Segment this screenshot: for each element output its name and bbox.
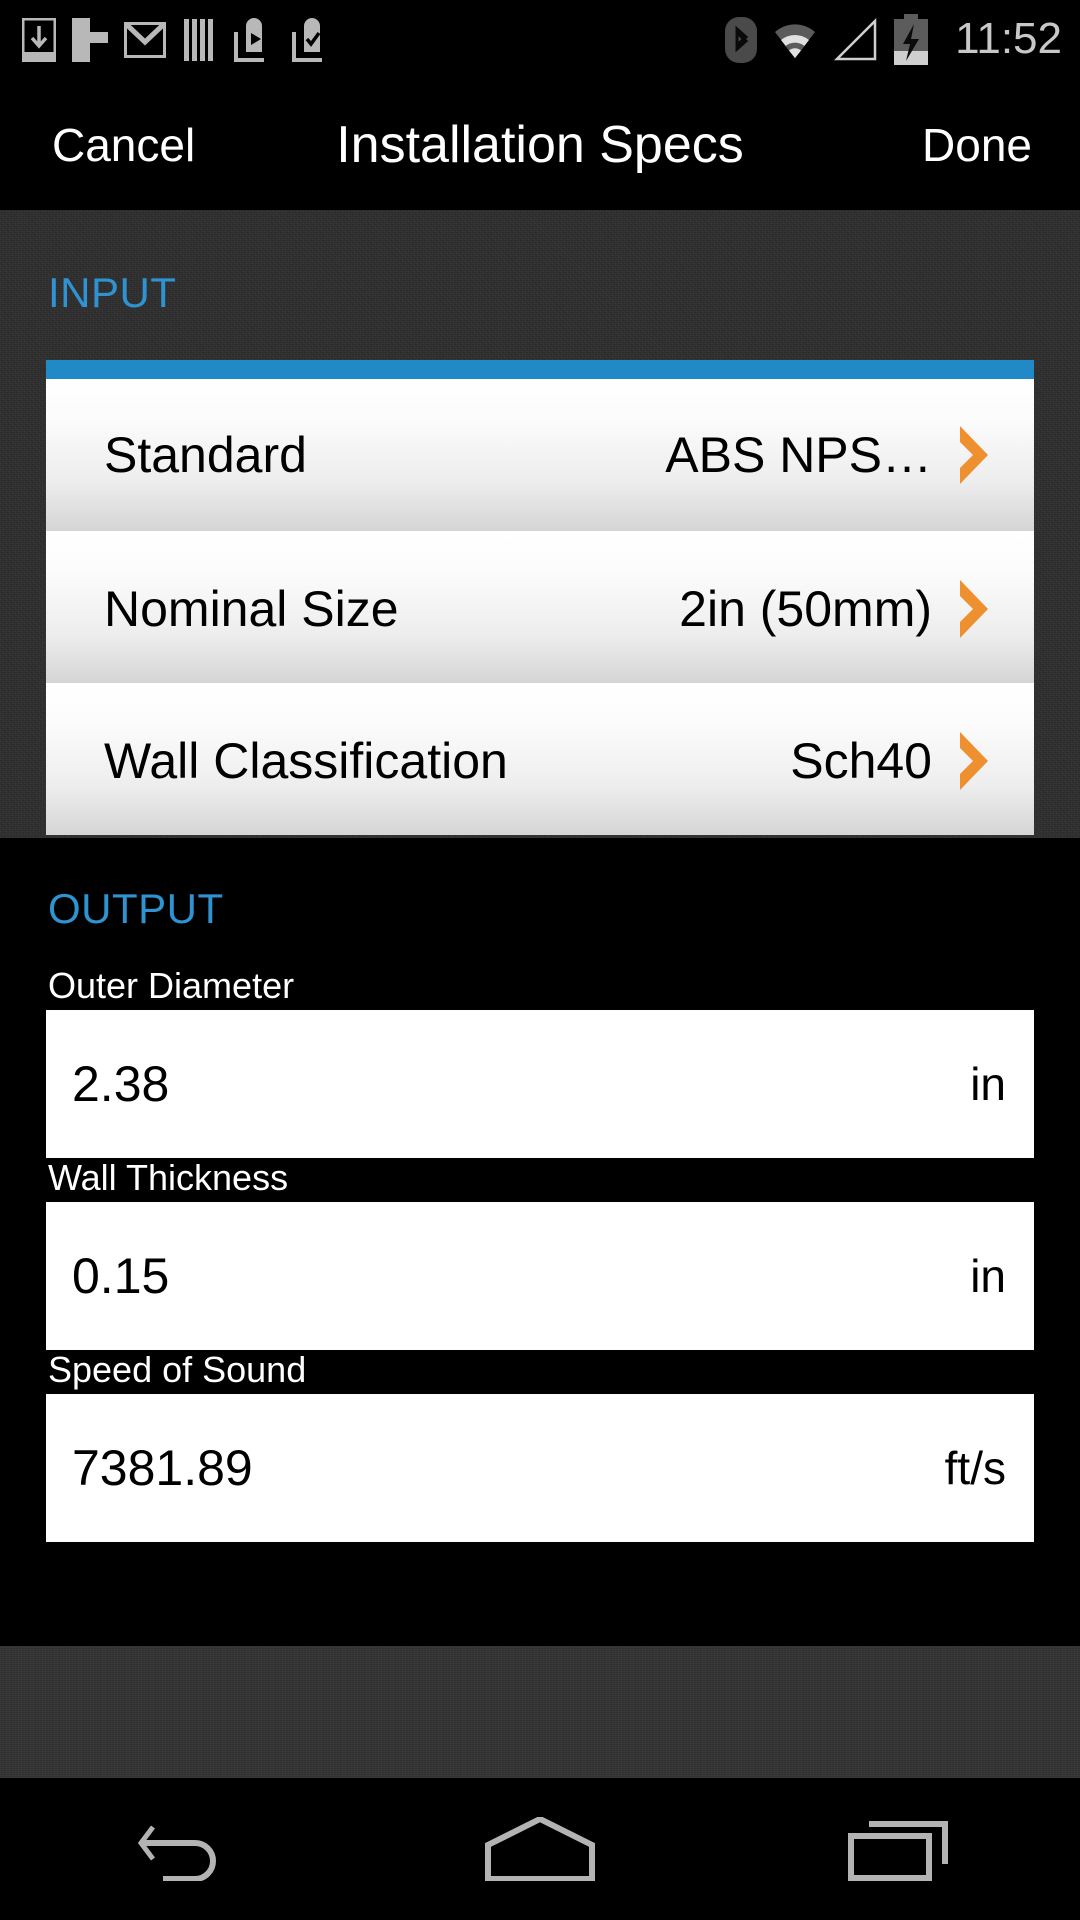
- nav-recents-button[interactable]: [810, 1778, 990, 1920]
- row-label: Wall Classification: [104, 732, 508, 789]
- row-label: Nominal Size: [104, 580, 399, 637]
- speed-of-sound-field[interactable]: 7381.89 ft/s: [46, 1394, 1034, 1542]
- status-bar: 11:52: [0, 0, 1080, 80]
- row-value: 2in (50mm): [679, 580, 932, 637]
- android-navigation-bar: [0, 1778, 1080, 1920]
- phone-screen: 11:52 Cancel Installation Specs Done INP…: [0, 0, 1080, 1920]
- flipboard-icon: [72, 18, 108, 62]
- status-bar-system-icons: 11:52: [725, 14, 1062, 66]
- outer-diameter-field[interactable]: 2.38 in: [46, 1010, 1034, 1158]
- nav-back-button[interactable]: [90, 1778, 270, 1920]
- play-store-update-icon: [234, 18, 264, 62]
- status-bar-clock: 11:52: [955, 13, 1062, 63]
- done-button[interactable]: Done: [922, 122, 1032, 168]
- card-accent-bar: [46, 360, 1034, 379]
- speed-of-sound-label: Speed of Sound: [48, 1349, 307, 1390]
- bluetooth-icon: [725, 17, 758, 63]
- library-icon: [184, 19, 213, 61]
- back-arrow-icon: [137, 1825, 216, 1881]
- input-section-heading: INPUT: [48, 269, 177, 316]
- field-unit: in: [970, 1250, 1006, 1302]
- output-section: OUTPUT Outer Diameter 2.38 in Wall Thick…: [0, 838, 1080, 1646]
- input-row-nominal-size[interactable]: Nominal Size 2in (50mm): [46, 531, 1034, 683]
- field-value: 2.38: [72, 1056, 170, 1112]
- field-value: 0.15: [72, 1248, 170, 1304]
- wall-thickness-field[interactable]: 0.15 in: [46, 1202, 1034, 1350]
- input-section: INPUT Standard ABS NPS… Nominal Size 2in…: [0, 210, 1080, 838]
- input-row-standard[interactable]: Standard ABS NPS…: [46, 379, 1034, 531]
- input-row-wall-classification[interactable]: Wall Classification Sch40: [46, 683, 1034, 835]
- chevron-right-icon: [960, 731, 988, 790]
- wall-thickness-label: Wall Thickness: [48, 1157, 289, 1198]
- row-value: Sch40: [790, 732, 932, 789]
- input-list-card: Standard ABS NPS… Nominal Size 2in (50mm…: [46, 360, 1034, 835]
- field-unit: in: [970, 1058, 1006, 1110]
- nav-home-button[interactable]: [450, 1778, 630, 1920]
- field-unit: ft/s: [944, 1442, 1006, 1494]
- outer-diameter-label: Outer Diameter: [48, 965, 295, 1006]
- title-bar: Cancel Installation Specs Done: [0, 80, 1080, 210]
- row-label: Standard: [104, 427, 307, 483]
- battery-charging-icon: [894, 14, 929, 65]
- row-value: ABS NPS…: [665, 427, 932, 483]
- recent-apps-icon: [848, 1821, 948, 1881]
- status-bar-notification-icons: [22, 18, 725, 62]
- chevron-right-icon: [960, 426, 988, 484]
- bottom-spacer: [0, 1646, 1080, 1778]
- download-manager-icon: [22, 18, 56, 62]
- cancel-button[interactable]: Cancel: [52, 122, 195, 168]
- wifi-icon: [775, 24, 816, 58]
- cellular-signal-icon: [834, 18, 877, 61]
- field-value: 7381.89: [72, 1440, 253, 1496]
- output-section-heading: OUTPUT: [48, 885, 224, 932]
- app-installed-icon: [292, 18, 322, 62]
- gmail-icon: [124, 22, 166, 58]
- chevron-right-icon: [960, 579, 988, 638]
- home-icon: [485, 1817, 595, 1881]
